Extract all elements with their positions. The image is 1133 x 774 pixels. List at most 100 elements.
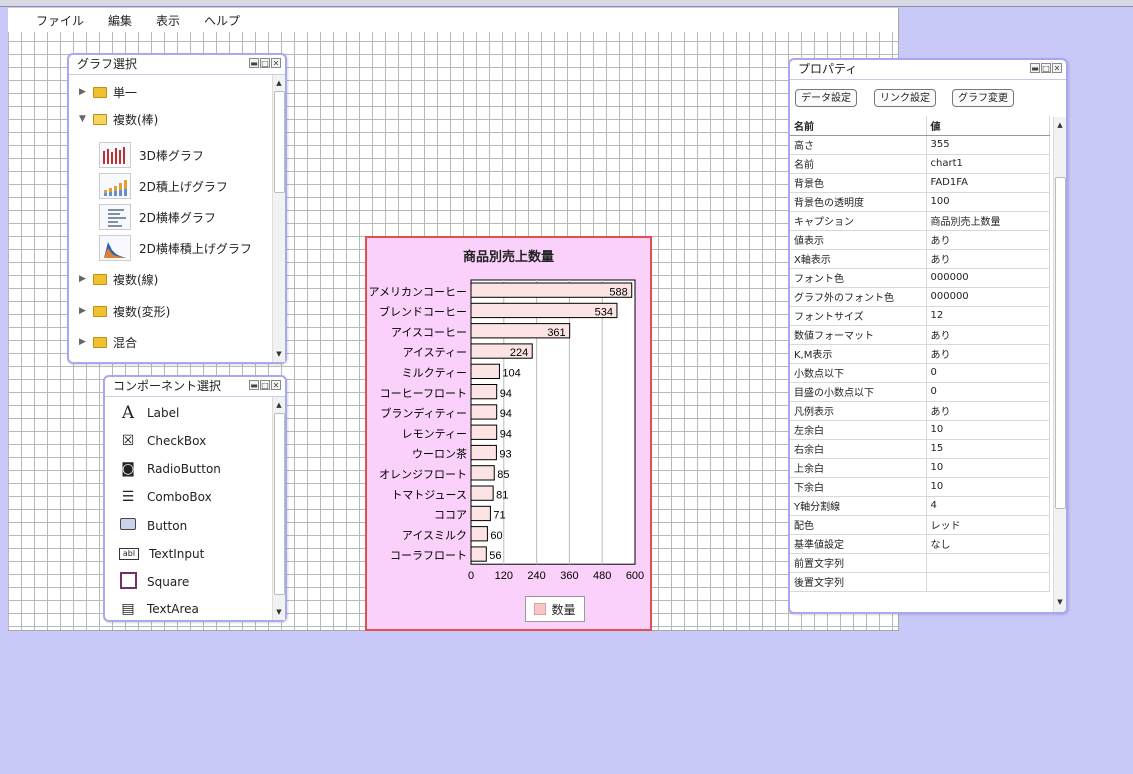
scroll-down-icon[interactable]: ▼ [1055, 596, 1065, 608]
property-row[interactable]: X軸表示 あり [790, 249, 1050, 269]
property-value[interactable]: 10 [926, 458, 1050, 478]
property-value[interactable]: 4 [926, 496, 1050, 516]
property-row[interactable]: K,M表示 あり [790, 344, 1050, 364]
property-value[interactable]: 15 [926, 439, 1050, 459]
property-value[interactable]: 100 [926, 192, 1050, 212]
property-value[interactable]: 商品別売上数量 [926, 211, 1050, 231]
property-row[interactable]: 左余白 10 [790, 420, 1050, 440]
data-settings-button[interactable]: データ設定 [795, 89, 857, 107]
property-value[interactable]: あり [926, 344, 1050, 364]
component-select-title[interactable]: コンポーネント選択 ▬ □ ✕ [105, 377, 285, 397]
component-item-textarea[interactable]: ▤ TextArea [119, 597, 199, 621]
link-settings-button[interactable]: リンク設定 [874, 89, 936, 107]
tree-folder-single[interactable]: ▶ 単一 [79, 82, 137, 102]
component-item-square[interactable]: Square [119, 570, 189, 594]
property-value[interactable]: レッド [926, 515, 1050, 535]
property-value[interactable]: chart1 [926, 154, 1050, 174]
property-value[interactable]: 10 [926, 477, 1050, 497]
property-value[interactable]: 0 [926, 363, 1050, 383]
property-value[interactable]: あり [926, 249, 1050, 269]
maximize-icon[interactable]: □ [260, 380, 270, 390]
property-row[interactable]: キャプション 商品別売上数量 [790, 211, 1050, 231]
property-value[interactable]: 0 [926, 382, 1050, 402]
property-row[interactable]: Y軸分割線 4 [790, 496, 1050, 516]
maximize-icon[interactable]: □ [260, 58, 270, 68]
component-item-combobox[interactable]: ☰ ComboBox [119, 485, 212, 509]
property-row[interactable]: 前置文字列 [790, 553, 1050, 573]
menu-edit[interactable]: 編集 [108, 12, 132, 29]
tree-folder-multi-variant[interactable]: ▶ 複数(変形) [79, 301, 170, 321]
expand-arrow-icon[interactable]: ▶ [79, 87, 93, 97]
collapse-arrow-icon[interactable]: ▼ [79, 114, 93, 124]
minimize-icon[interactable]: ▬ [1030, 63, 1040, 73]
component-item-radiobutton[interactable]: ◙ RadioButton [119, 457, 221, 481]
property-row[interactable]: 上余白 10 [790, 458, 1050, 478]
graph-panel-scrollbar[interactable]: ▲ ▼ [272, 75, 285, 362]
scroll-thumb[interactable] [274, 413, 285, 595]
chart-item-2d-hbar[interactable]: 2D横棒グラフ [99, 203, 216, 231]
menu-help[interactable]: ヘルプ [204, 12, 240, 29]
property-row[interactable]: フォントサイズ 12 [790, 306, 1050, 326]
scroll-up-icon[interactable]: ▲ [1055, 119, 1065, 131]
property-row[interactable]: 値表示 あり [790, 230, 1050, 250]
property-value[interactable]: あり [926, 230, 1050, 250]
property-value[interactable]: 12 [926, 306, 1050, 326]
property-row[interactable]: 数値フォーマット あり [790, 325, 1050, 345]
close-icon[interactable]: ✕ [271, 58, 281, 68]
property-value[interactable]: 000000 [926, 287, 1050, 307]
change-graph-button[interactable]: グラフ変更 [952, 89, 1014, 107]
component-panel-scrollbar[interactable]: ▲ ▼ [272, 397, 285, 620]
property-row[interactable]: 右余白 15 [790, 439, 1050, 459]
expand-arrow-icon[interactable]: ▶ [79, 337, 93, 347]
maximize-icon[interactable]: □ [1041, 63, 1051, 73]
expand-arrow-icon[interactable]: ▶ [79, 306, 93, 316]
chart-item-2d-stacked[interactable]: 2D積上げグラフ [99, 172, 228, 200]
property-value[interactable]: 355 [926, 135, 1050, 155]
expand-arrow-icon[interactable]: ▶ [79, 274, 93, 284]
property-value[interactable]: 10 [926, 420, 1050, 440]
property-row[interactable]: 後置文字列 [790, 572, 1050, 592]
menu-file[interactable]: ファイル [36, 12, 84, 29]
property-value[interactable] [926, 553, 1050, 573]
property-row[interactable]: 背景色の透明度 100 [790, 192, 1050, 212]
close-icon[interactable]: ✕ [271, 380, 281, 390]
scroll-up-icon[interactable]: ▲ [274, 77, 284, 89]
property-row[interactable]: 目盛の小数点以下 0 [790, 382, 1050, 402]
minimize-icon[interactable]: ▬ [249, 380, 259, 390]
property-row[interactable]: 凡例表示 あり [790, 401, 1050, 421]
property-row[interactable]: 基準値設定 なし [790, 534, 1050, 554]
property-value[interactable]: あり [926, 325, 1050, 345]
chart-item-2d-hbar-stacked[interactable]: 2D横棒積上げグラフ [99, 234, 252, 262]
tree-folder-multi-bar[interactable]: ▼ 複数(棒) [79, 109, 158, 129]
scroll-down-icon[interactable]: ▼ [274, 348, 284, 360]
component-item-checkbox[interactable]: ☒ CheckBox [119, 429, 207, 453]
property-row[interactable]: グラフ外のフォント色 000000 [790, 287, 1050, 307]
property-value[interactable] [926, 572, 1050, 592]
properties-scrollbar[interactable]: ▲ ▼ [1053, 117, 1066, 612]
property-row[interactable]: 高さ 355 [790, 135, 1050, 155]
property-row[interactable]: 下余白 10 [790, 477, 1050, 497]
component-item-label[interactable]: A Label [119, 401, 180, 425]
property-row[interactable]: 名前 chart1 [790, 154, 1050, 174]
component-item-textinput[interactable]: abl TextInput [119, 542, 204, 566]
chart-component[interactable]: 商品別売上数量 0 120 240 360 480 600 アメリカンコーヒー 588 ブレンド… [365, 236, 652, 631]
graph-select-title[interactable]: グラフ選択 ▬ □ ✕ [69, 55, 285, 75]
tree-folder-multi-line[interactable]: ▶ 複数(線) [79, 269, 158, 289]
property-row[interactable]: フォント色 000000 [790, 268, 1050, 288]
component-item-button[interactable]: Button [119, 514, 187, 538]
tree-folder-mixed[interactable]: ▶ 混合 [79, 332, 137, 352]
scroll-thumb[interactable] [274, 91, 285, 193]
property-row[interactable]: 背景色 FAD1FA [790, 173, 1050, 193]
property-row[interactable]: 配色 レッド [790, 515, 1050, 535]
properties-title[interactable]: プロパティ ▬ □ ✕ [790, 60, 1066, 80]
property-value[interactable]: あり [926, 401, 1050, 421]
scroll-thumb[interactable] [1055, 177, 1066, 509]
property-value[interactable]: 000000 [926, 268, 1050, 288]
minimize-icon[interactable]: ▬ [249, 58, 259, 68]
property-row[interactable]: 小数点以下 0 [790, 363, 1050, 383]
property-value[interactable]: なし [926, 534, 1050, 554]
menu-view[interactable]: 表示 [156, 12, 180, 29]
chart-item-3d-bar[interactable]: 3D棒グラフ [99, 141, 204, 169]
scroll-down-icon[interactable]: ▼ [274, 606, 284, 618]
close-icon[interactable]: ✕ [1052, 63, 1062, 73]
